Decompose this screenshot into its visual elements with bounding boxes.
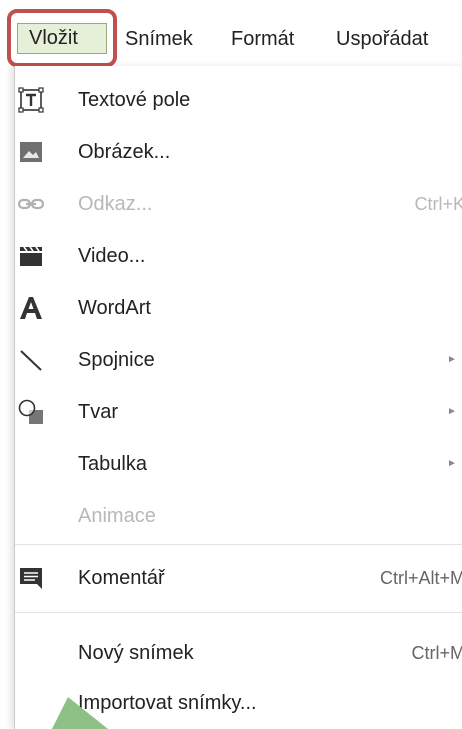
menu-format[interactable]: Formát bbox=[231, 24, 294, 54]
video-clapperboard-icon bbox=[18, 243, 44, 269]
menu-item-textove-pole[interactable]: Textové pole bbox=[15, 78, 462, 122]
shortcut-label: Ctrl+K bbox=[414, 194, 462, 214]
menu-item-label: Komentář bbox=[78, 567, 165, 589]
menu-item-tvar[interactable]: Tvar ► bbox=[15, 390, 462, 434]
shortcut-label: Ctrl+Alt+M bbox=[379, 568, 462, 588]
comment-icon bbox=[18, 565, 44, 591]
menu-item-label: Obrázek... bbox=[78, 141, 171, 163]
submenu-arrow-icon: ► bbox=[447, 354, 457, 365]
menu-vlozit[interactable]: Vložit bbox=[17, 23, 107, 54]
menu-item-odkaz[interactable]: Odkaz... Ctrl+K bbox=[15, 182, 462, 226]
menu-item-label: Importovat snímky... bbox=[78, 692, 257, 714]
menu-separator bbox=[15, 612, 462, 613]
menu-item-tabulka[interactable]: Tabulka ► bbox=[15, 442, 462, 486]
menu-item-novy-snimek[interactable]: Nový snímek Ctrl+M bbox=[15, 631, 462, 675]
wordart-icon bbox=[18, 295, 44, 321]
shortcut-label: Ctrl+M bbox=[411, 643, 462, 663]
shape-icon bbox=[18, 399, 44, 425]
menu-bar: Vložit Snímek Formát Uspořádat bbox=[0, 0, 462, 67]
menu-item-komentar[interactable]: Komentář Ctrl+Alt+M bbox=[15, 556, 462, 600]
menu-item-importovat-snimky[interactable]: Importovat snímky... bbox=[15, 681, 462, 725]
menu-item-label: Animace bbox=[78, 505, 156, 527]
menu-item-wordart[interactable]: WordArt bbox=[15, 286, 462, 330]
menu-item-label: Nový snímek bbox=[78, 642, 194, 664]
submenu-arrow-icon: ► bbox=[447, 406, 457, 417]
menu-item-label: Odkaz... bbox=[78, 193, 153, 215]
menu-item-label: Textové pole bbox=[78, 89, 191, 111]
menu-snimek[interactable]: Snímek bbox=[125, 24, 193, 54]
text-box-icon bbox=[18, 87, 44, 113]
menu-item-label: Tvar bbox=[78, 401, 118, 423]
image-icon bbox=[18, 139, 44, 165]
menu-item-label: Spojnice bbox=[78, 349, 155, 371]
menu-vlozit-label: Vložit bbox=[29, 27, 78, 49]
menu-item-obrazek[interactable]: Obrázek... bbox=[15, 130, 462, 174]
menu-item-spojnice[interactable]: Spojnice ► bbox=[15, 338, 462, 382]
menu-separator bbox=[15, 544, 462, 545]
line-icon bbox=[18, 347, 44, 373]
menu-item-video[interactable]: Video... bbox=[15, 234, 462, 278]
menu-item-label: Video... bbox=[78, 245, 146, 267]
link-icon bbox=[17, 191, 45, 217]
submenu-arrow-icon: ► bbox=[447, 458, 457, 469]
menu-item-label: Tabulka bbox=[78, 453, 147, 475]
menu-item-animace[interactable]: Animace bbox=[15, 494, 462, 538]
active-menu-highlight: Vložit bbox=[7, 9, 117, 67]
menu-usporadat[interactable]: Uspořádat bbox=[336, 24, 428, 54]
menu-item-label: WordArt bbox=[78, 297, 151, 319]
insert-menu-dropdown: Textové pole Obrázek... Odkaz... Ctrl+K bbox=[14, 66, 462, 729]
